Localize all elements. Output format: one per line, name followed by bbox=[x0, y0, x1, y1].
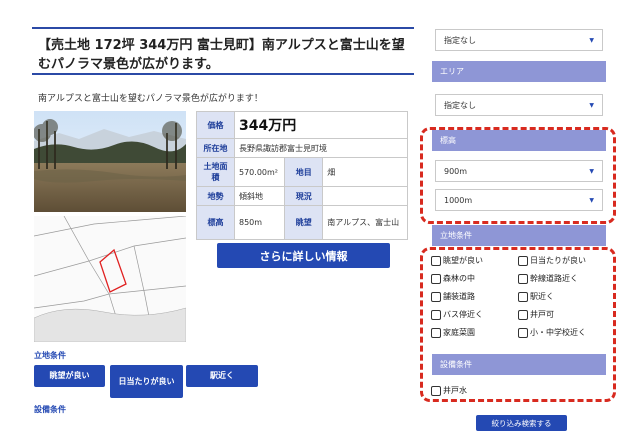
listing-lead: 南アルプスと富士山を望むパノラマ景色が広がります！ bbox=[38, 94, 263, 104]
category-value: 畑 bbox=[322, 157, 408, 187]
checkbox-box[interactable] bbox=[431, 255, 441, 266]
checkbox-box[interactable] bbox=[518, 309, 528, 320]
facility-heading: 設備条件 bbox=[432, 354, 606, 375]
checkbox-sunny[interactable]: 日当たりが良い bbox=[518, 255, 586, 266]
chevron-down-icon: ▼ bbox=[589, 36, 594, 44]
checkbox-label: 幹線道路近く bbox=[530, 274, 578, 283]
checkbox-box[interactable] bbox=[518, 255, 528, 266]
condition-tag-sunny[interactable]: 日当たりが良い bbox=[110, 365, 183, 398]
area-heading: エリア bbox=[432, 61, 606, 82]
more-details-button[interactable]: さらに詳しい情報 bbox=[217, 243, 390, 268]
altitude-heading: 標高 bbox=[432, 130, 606, 151]
checkbox-label: 森林の中 bbox=[443, 274, 475, 283]
conditions-highlight bbox=[420, 247, 616, 402]
view-value: 南アルプス、富士山 bbox=[322, 205, 408, 240]
condition-tag-view[interactable]: 眺望が良い bbox=[34, 365, 105, 387]
location-label: 所在地 bbox=[196, 138, 235, 158]
checkbox-label: バス停近く bbox=[443, 310, 483, 319]
altitude-label: 標高 bbox=[196, 205, 235, 240]
checkbox-label: 日当たりが良い bbox=[530, 256, 586, 265]
facilities-heading: 設備条件 bbox=[34, 405, 66, 414]
checkbox-well-water[interactable]: 井戸水 bbox=[431, 385, 467, 396]
category-label: 地目 bbox=[284, 157, 324, 187]
checkbox-label: 小・中学校近く bbox=[530, 328, 586, 337]
checkbox-paved[interactable]: 舗装道路 bbox=[431, 291, 475, 302]
location-heading: 立地条件 bbox=[432, 225, 606, 246]
checkbox-label: 井戸可 bbox=[530, 310, 554, 319]
terrain-value: 傾斜地 bbox=[233, 186, 286, 206]
checkbox-box[interactable] bbox=[518, 273, 528, 284]
terrain-label: 地勢 bbox=[196, 186, 235, 206]
chevron-down-icon: ▼ bbox=[589, 196, 594, 204]
condition-tag-station[interactable]: 駅近く bbox=[186, 365, 258, 387]
checkbox-box[interactable] bbox=[431, 309, 441, 320]
checkbox-label: 駅近く bbox=[530, 292, 554, 301]
price-label: 価格 bbox=[196, 111, 235, 139]
checkbox-box[interactable] bbox=[431, 385, 441, 396]
spec-table: 価格 344万円 所在地 長野県諏訪郡富士見町境 土地面積 570.00m² 地… bbox=[196, 111, 408, 240]
plot-map bbox=[34, 216, 186, 342]
checkbox-label: 井戸水 bbox=[443, 386, 467, 395]
checkbox-box[interactable] bbox=[431, 291, 441, 302]
checkbox-station[interactable]: 駅近く bbox=[518, 291, 554, 302]
altitude-value: 850m bbox=[233, 205, 286, 240]
checkbox-label: 家庭菜園 bbox=[443, 328, 475, 337]
view-label: 眺望 bbox=[284, 205, 324, 240]
filter-search-button[interactable]: 絞り込み検索する bbox=[476, 415, 567, 431]
chevron-down-icon: ▼ bbox=[589, 167, 594, 175]
top-select[interactable]: 指定なし ▼ bbox=[435, 29, 603, 51]
checkbox-school[interactable]: 小・中学校近く bbox=[518, 327, 586, 338]
checkbox-forest[interactable]: 森林の中 bbox=[431, 273, 475, 284]
area-value: 570.00m² bbox=[233, 157, 286, 187]
area-label: 土地面積 bbox=[196, 157, 235, 187]
chevron-down-icon: ▼ bbox=[589, 101, 594, 109]
altitude-max-select[interactable]: 1000m ▼ bbox=[435, 189, 603, 211]
checkbox-well[interactable]: 井戸可 bbox=[518, 309, 554, 320]
area-select[interactable]: 指定なし ▼ bbox=[435, 94, 603, 116]
altitude-min-value: 900m bbox=[444, 166, 468, 176]
checkbox-highway[interactable]: 幹線道路近く bbox=[518, 273, 578, 284]
location-value: 長野県諏訪郡富士見町境 bbox=[234, 138, 408, 158]
status-label: 現況 bbox=[284, 186, 324, 206]
conditions-heading: 立地条件 bbox=[34, 351, 66, 360]
price-value: 344万円 bbox=[234, 111, 408, 139]
property-photo bbox=[34, 111, 186, 212]
listing-title: 【売土地 172坪 344万円 富士見町】南アルプスと富士山を望むパノラマ景色が… bbox=[32, 27, 414, 75]
checkbox-garden[interactable]: 家庭菜園 bbox=[431, 327, 475, 338]
checkbox-box[interactable] bbox=[431, 327, 441, 338]
checkbox-box[interactable] bbox=[518, 291, 528, 302]
top-select-value: 指定なし bbox=[444, 35, 476, 45]
checkbox-label: 舗装道路 bbox=[443, 292, 475, 301]
checkbox-box[interactable] bbox=[518, 327, 528, 338]
checkbox-box[interactable] bbox=[431, 273, 441, 284]
checkbox-bus[interactable]: バス停近く bbox=[431, 309, 483, 320]
altitude-max-value: 1000m bbox=[444, 195, 473, 205]
checkbox-view[interactable]: 眺望が良い bbox=[431, 255, 483, 266]
checkbox-label: 眺望が良い bbox=[443, 256, 483, 265]
altitude-min-select[interactable]: 900m ▼ bbox=[435, 160, 603, 182]
area-select-value: 指定なし bbox=[444, 100, 476, 110]
status-value bbox=[322, 186, 408, 206]
